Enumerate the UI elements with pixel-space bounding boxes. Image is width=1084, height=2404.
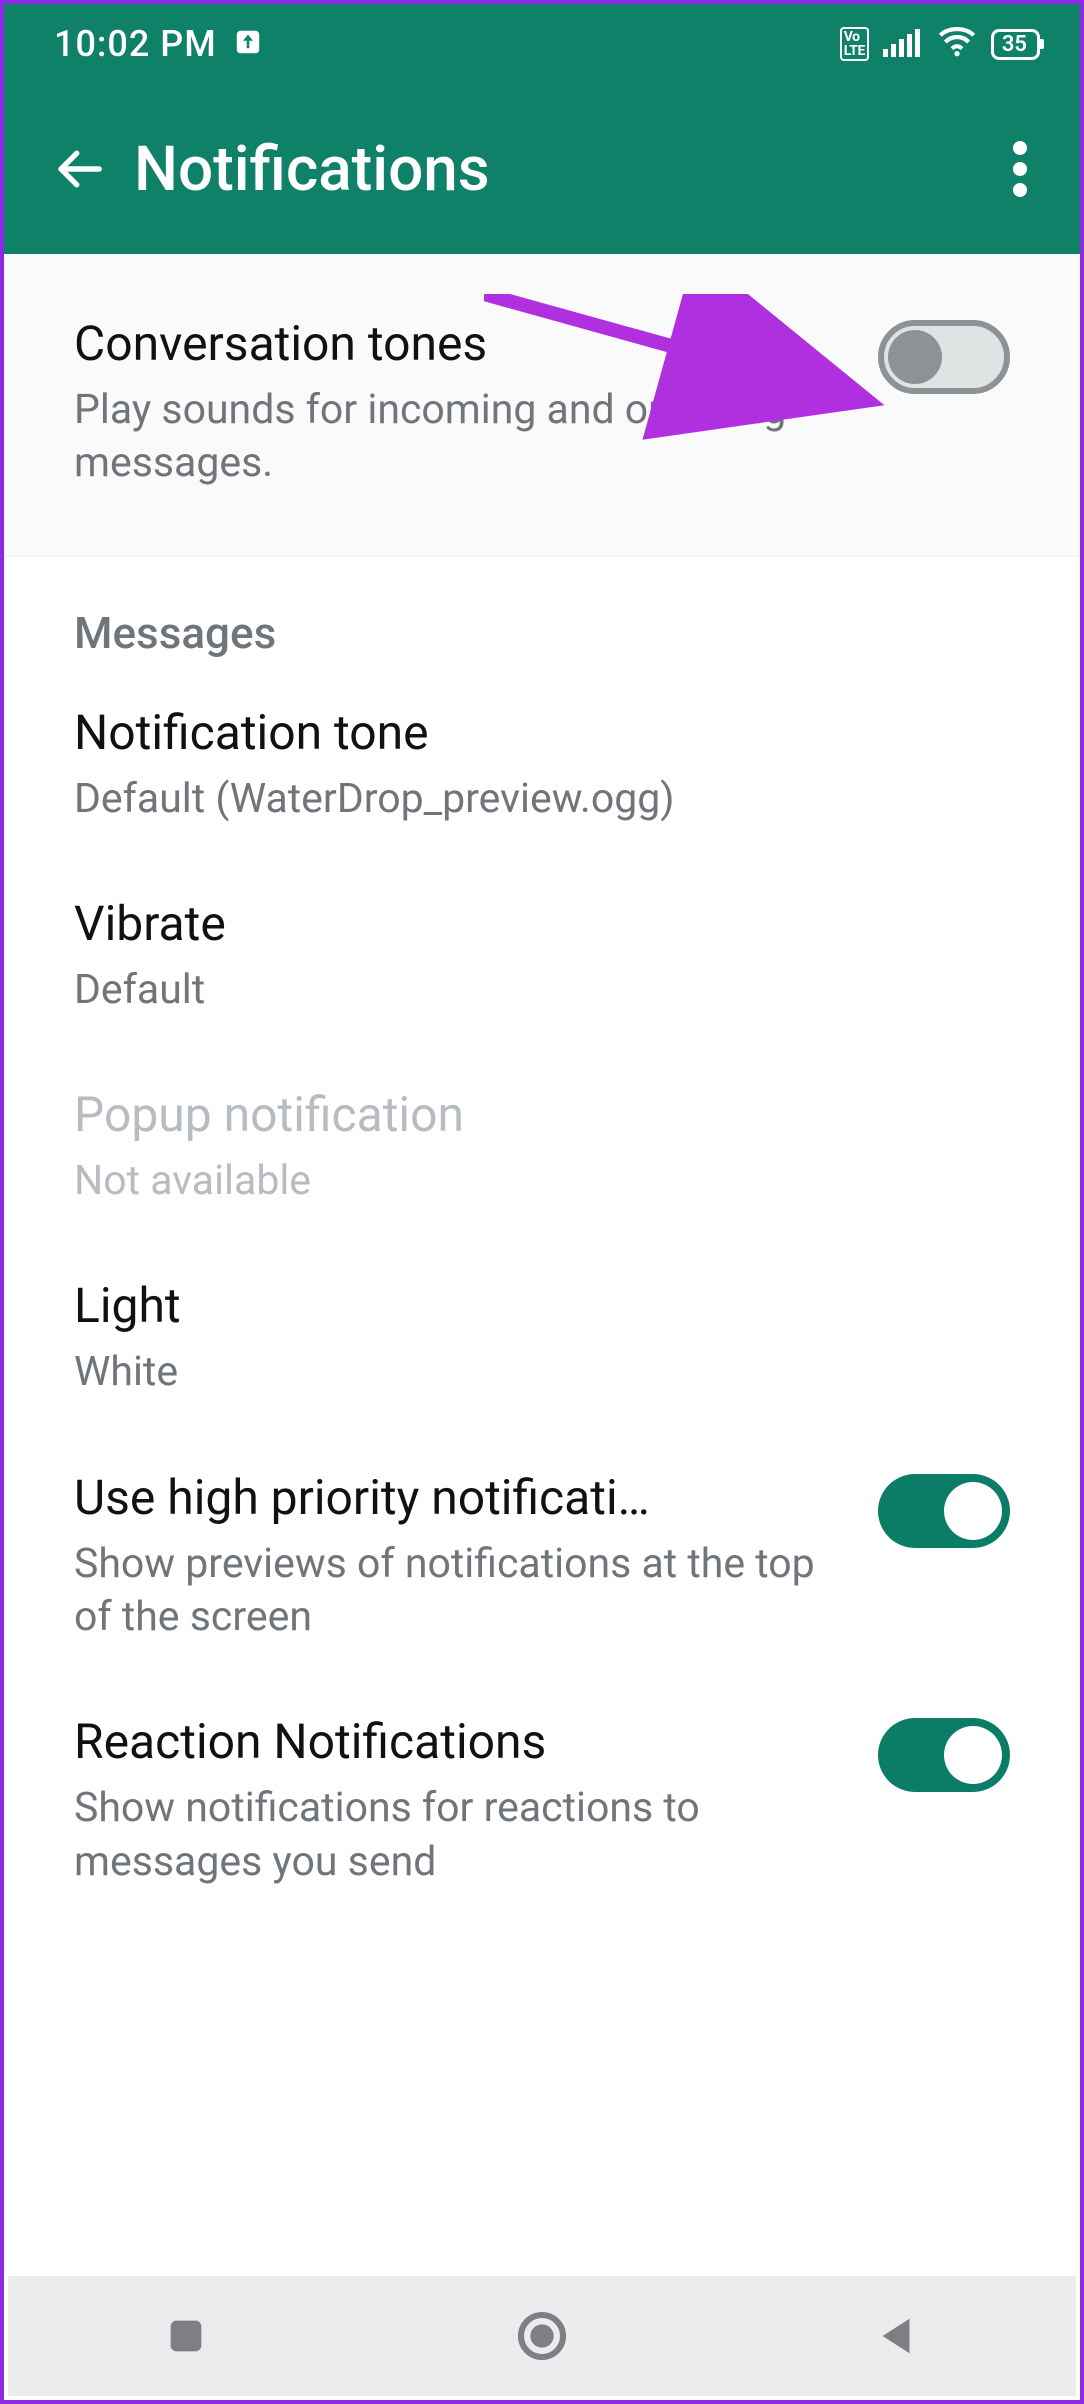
setting-title: Light — [74, 1276, 990, 1336]
setting-subtitle: White — [74, 1346, 990, 1399]
reaction-notifications-toggle[interactable] — [878, 1718, 1010, 1792]
nav-back-button[interactable] — [798, 2313, 998, 2359]
setting-conversation-tones[interactable]: Conversation tones Play sounds for incom… — [4, 284, 1080, 527]
setting-notification-tone[interactable]: Notification tone Default (WaterDrop_pre… — [4, 669, 1080, 860]
setting-text: Conversation tones Play sounds for incom… — [74, 314, 878, 491]
upload-icon — [233, 27, 263, 61]
setting-subtitle: Default (WaterDrop_preview.ogg) — [74, 773, 990, 826]
setting-high-priority[interactable]: Use high priority notificati… Show previ… — [4, 1434, 1080, 1679]
battery-icon: 35 — [991, 29, 1040, 60]
toggle-knob — [888, 330, 942, 384]
setting-subtitle: Show previews of notifications at the to… — [74, 1538, 858, 1645]
back-button[interactable] — [44, 142, 114, 196]
setting-subtitle: Not available — [74, 1155, 990, 1208]
setting-vibrate[interactable]: Vibrate Default — [4, 860, 1080, 1051]
status-time: 10:02 PM — [54, 23, 217, 65]
toggle-knob — [944, 1726, 1002, 1784]
setting-title: Popup notification — [74, 1085, 990, 1145]
status-left: 10:02 PM — [54, 23, 263, 65]
signal-icon — [883, 27, 923, 61]
app-bar: Notifications — [4, 84, 1080, 254]
setting-text: Notification tone Default (WaterDrop_pre… — [74, 703, 1010, 826]
setting-text: Light White — [74, 1276, 1010, 1399]
spacer — [4, 254, 1080, 284]
navigation-bar — [8, 2276, 1076, 2396]
setting-title: Reaction Notifications — [74, 1712, 858, 1772]
setting-title: Vibrate — [74, 894, 990, 954]
setting-subtitle: Play sounds for incoming and outgoing me… — [74, 384, 858, 491]
setting-title: Conversation tones — [74, 314, 858, 374]
setting-text: Popup notification Not available — [74, 1085, 1010, 1208]
volte-icon: VoLTE — [840, 27, 869, 61]
setting-text: Reaction Notifications Show notification… — [74, 1712, 878, 1889]
setting-text: Use high priority notificati… Show previ… — [74, 1468, 878, 1645]
high-priority-toggle[interactable] — [878, 1474, 1010, 1548]
spacer — [4, 527, 1080, 557]
settings-screen: Conversation tones Play sounds for incom… — [4, 254, 1080, 1923]
setting-popup-notification: Popup notification Not available — [4, 1051, 1080, 1242]
nav-home-button[interactable] — [442, 2308, 642, 2364]
setting-subtitle: Default — [74, 964, 990, 1017]
conversation-tones-toggle[interactable] — [878, 320, 1010, 394]
nav-recents-button[interactable] — [86, 2313, 286, 2359]
setting-title: Notification tone — [74, 703, 990, 763]
setting-subtitle: Show notifications for reactions to mess… — [74, 1782, 858, 1889]
setting-text: Vibrate Default — [74, 894, 1010, 1017]
setting-light[interactable]: Light White — [4, 1242, 1080, 1433]
wifi-icon — [937, 27, 977, 61]
setting-title: Use high priority notificati… — [74, 1468, 858, 1528]
overflow-menu-button[interactable] — [990, 141, 1050, 197]
status-right: VoLTE 35 — [840, 27, 1040, 61]
toggle-knob — [944, 1482, 1002, 1540]
setting-reaction-notifications[interactable]: Reaction Notifications Show notification… — [4, 1678, 1080, 1923]
section-header-messages: Messages — [4, 557, 1080, 669]
status-bar: 10:02 PM VoLTE 35 — [4, 4, 1080, 84]
page-title: Notifications — [134, 133, 990, 206]
